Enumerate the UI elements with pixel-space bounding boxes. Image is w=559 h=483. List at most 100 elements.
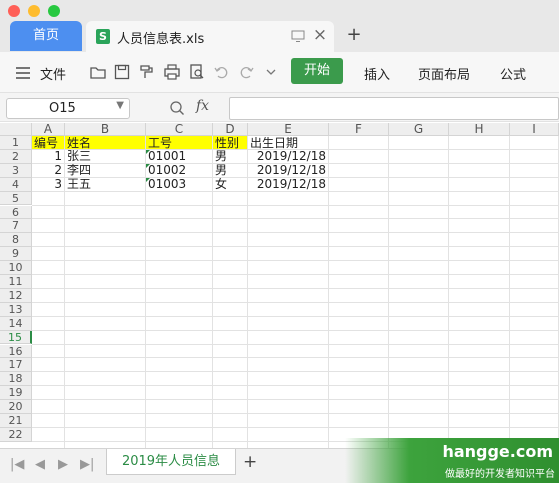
prev-sheet-icon[interactable]: ◀ (35, 457, 45, 472)
data-cell[interactable]: 01001 (148, 150, 212, 163)
data-cell[interactable]: 2 (34, 164, 64, 177)
sheet-tab[interactable]: 2019年人员信息 (106, 449, 236, 475)
fx-icon[interactable]: fx (196, 98, 209, 114)
maximize-window-button[interactable] (48, 5, 60, 17)
row-header[interactable]: 17 (0, 358, 32, 373)
title-bar: 首页 S 人员信息表.xls × + (0, 0, 559, 52)
data-cell[interactable]: 王五 (67, 178, 145, 191)
column-header[interactable]: B (65, 123, 146, 136)
row-gridline (32, 301, 559, 303)
row-header[interactable]: 22 (0, 427, 32, 442)
data-cell[interactable]: 3 (34, 178, 64, 191)
row-header[interactable]: 14 (0, 316, 32, 331)
spreadsheet-grid[interactable]: A B C D E F G H I 1 2 3 4 5 6 7 8 9 10 11 12 13 14 15 16 17 18 19 20… (0, 123, 559, 448)
data-cell[interactable]: 2019/12/18 (250, 164, 328, 177)
search-formula-icon[interactable] (169, 100, 185, 116)
data-cell[interactable]: 李四 (67, 164, 145, 177)
first-sheet-icon[interactable]: |◀ (10, 457, 24, 472)
row-header[interactable]: 21 (0, 414, 32, 428)
row-header[interactable]: 10 (0, 261, 32, 275)
data-cell[interactable]: 2019/12/18 (250, 178, 328, 191)
data-cell[interactable]: 女 (215, 178, 247, 191)
column-header[interactable]: D (213, 123, 248, 136)
tab-formula[interactable]: 公式 (500, 64, 526, 83)
tab-insert[interactable]: 插入 (364, 64, 390, 83)
column-header[interactable]: E (248, 123, 329, 136)
watermark-site: hangge.com (442, 442, 553, 461)
more-dropdown-icon[interactable] (262, 63, 280, 81)
select-all-corner[interactable] (0, 123, 32, 136)
monitor-icon[interactable] (291, 29, 305, 43)
row-header[interactable]: 20 (0, 400, 32, 414)
tab-page-layout[interactable]: 页面布局 (418, 64, 470, 83)
cell-reference: O15 (49, 101, 76, 116)
tab-start[interactable]: 开始 (291, 58, 343, 84)
row-header[interactable]: 12 (0, 288, 32, 303)
menu-icon[interactable] (15, 64, 33, 82)
close-window-button[interactable] (8, 5, 20, 17)
close-tab-icon[interactable]: × (311, 25, 329, 45)
tab-home[interactable]: 首页 (10, 21, 82, 51)
data-cell[interactable]: 1 (34, 150, 64, 163)
print-preview-icon[interactable] (188, 63, 206, 81)
minimize-window-button[interactable] (28, 5, 40, 17)
row-header[interactable]: 2 (0, 149, 32, 164)
column-header[interactable]: H (449, 123, 510, 136)
data-cell[interactable]: 2019/12/18 (250, 150, 328, 163)
column-header[interactable]: A (32, 123, 65, 136)
header-cell[interactable]: 出生日期 (250, 137, 328, 150)
column-gridline (448, 136, 449, 448)
next-sheet-icon[interactable]: ▶ (58, 457, 68, 472)
data-cell[interactable]: 01002 (148, 164, 212, 177)
open-folder-icon[interactable] (89, 63, 107, 81)
row-header[interactable]: 11 (0, 275, 32, 289)
name-box[interactable]: O15 ▼ (6, 98, 130, 119)
tab-file[interactable]: S 人员信息表.xls × (86, 21, 334, 52)
column-header[interactable]: F (329, 123, 389, 136)
column-header[interactable]: I (510, 123, 559, 136)
data-cell[interactable]: 男 (215, 150, 247, 163)
row-header[interactable]: 8 (0, 233, 32, 248)
row-gridline (32, 329, 559, 331)
new-tab-button[interactable]: + (343, 21, 365, 51)
data-cell[interactable]: 男 (215, 164, 247, 177)
tab-file-title: 人员信息表.xls (117, 32, 205, 47)
row-header[interactable]: 6 (0, 205, 32, 220)
row-header[interactable]: 19 (0, 386, 32, 401)
column-header[interactable]: C (146, 123, 213, 136)
last-sheet-icon[interactable]: ▶| (80, 457, 94, 472)
row-header[interactable]: 16 (0, 344, 32, 359)
row-header[interactable]: 7 (0, 219, 32, 234)
format-painter-icon[interactable] (138, 63, 156, 81)
toolbar: 文件 开始 插入 页面布局 公式 (0, 52, 559, 92)
column-header[interactable]: G (389, 123, 449, 136)
undo-icon[interactable] (213, 63, 231, 81)
data-cell[interactable]: 张三 (67, 150, 145, 163)
row-gridline (32, 371, 559, 373)
row-header[interactable]: 3 (0, 163, 32, 178)
header-cell[interactable]: 姓名 (67, 137, 145, 150)
row-gridline (32, 343, 559, 345)
print-icon[interactable] (163, 63, 181, 81)
row-header[interactable]: 4 (0, 177, 32, 192)
watermark-tagline: 做最好的开发者知识平台 (445, 469, 555, 480)
header-cell[interactable]: 工号 (148, 137, 212, 150)
row-header[interactable]: 13 (0, 302, 32, 317)
file-menu[interactable]: 文件 (40, 64, 66, 83)
row-header[interactable]: 18 (0, 372, 32, 387)
redo-icon[interactable] (237, 63, 255, 81)
row-header[interactable]: 9 (0, 247, 32, 262)
row-header[interactable]: 1 (0, 136, 32, 150)
formula-input[interactable] (229, 97, 559, 120)
column-gridline (328, 136, 329, 448)
header-cell[interactable]: 编号 (34, 137, 64, 150)
header-cell[interactable]: 性别 (215, 137, 247, 150)
row-header[interactable]: 15 (0, 330, 32, 345)
row-header[interactable]: 5 (0, 191, 32, 206)
data-cell[interactable]: 01003 (148, 178, 212, 191)
column-gridline (145, 136, 146, 448)
add-sheet-button[interactable]: + (243, 452, 257, 472)
row-gridline (32, 204, 559, 206)
chevron-down-icon: ▼ (116, 100, 124, 111)
save-icon[interactable] (113, 63, 131, 81)
